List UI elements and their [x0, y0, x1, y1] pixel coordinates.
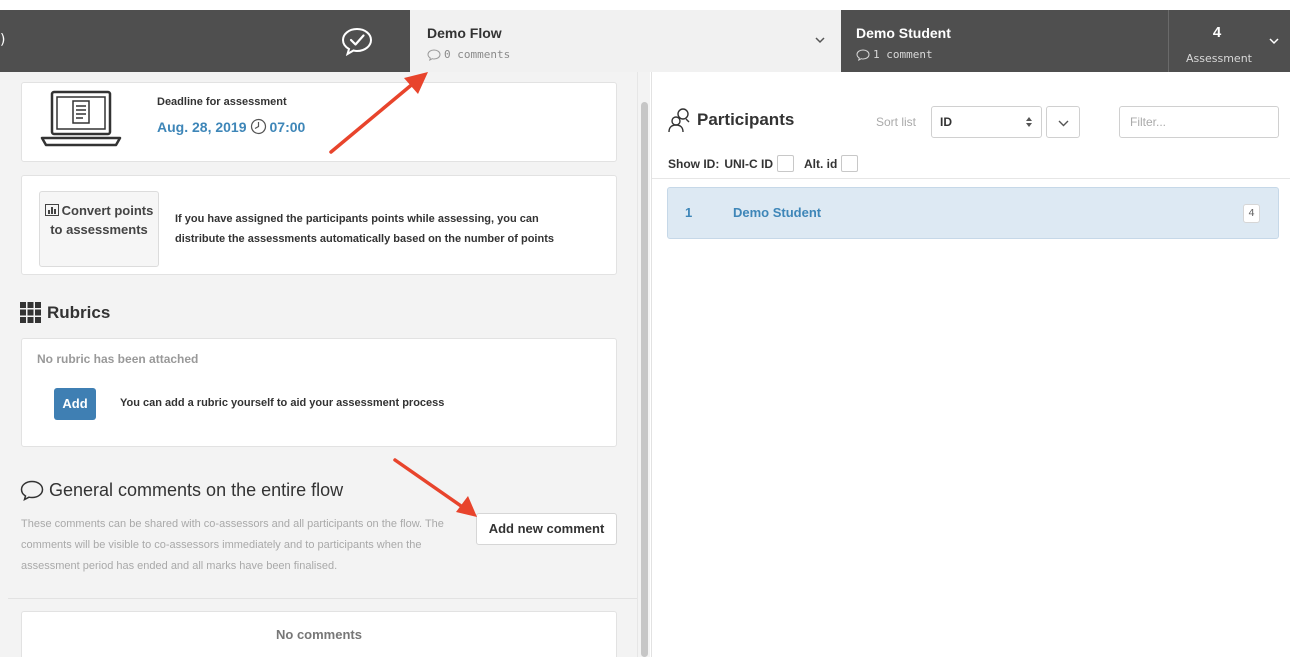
show-id-options: Show ID: UNI-C ID Alt. id	[668, 155, 868, 172]
deadline-date: Aug. 28, 2019 07:00	[157, 118, 305, 135]
convert-points-label: Convert points to assessments	[50, 203, 154, 237]
deadline-time-text: 07:00	[269, 118, 306, 135]
rubrics-heading: Rubrics	[20, 302, 110, 323]
convert-description: If you have assigned the participants po…	[175, 213, 554, 245]
general-comments-title: General comments on the entire flow	[49, 480, 344, 500]
student-selector[interactable]: Demo Student 1 comment	[841, 10, 1168, 72]
cut-off-title: )	[0, 32, 6, 48]
convert-card: Convert points to assessments If you hav…	[21, 175, 617, 275]
chevron-down-icon[interactable]	[1268, 35, 1280, 47]
divider	[8, 598, 637, 599]
clock-icon	[250, 118, 266, 135]
convert-points-button[interactable]: Convert points to assessments	[39, 191, 159, 267]
uni-c-id-checkbox[interactable]	[777, 155, 794, 172]
participants-heading: Participants	[668, 107, 794, 133]
participant-assessment-badge: 4	[1243, 204, 1260, 223]
chevron-down-icon[interactable]	[814, 34, 826, 46]
participant-name[interactable]: Demo Student	[733, 205, 821, 220]
show-id-alt-label: Alt. id	[804, 156, 838, 171]
comment-icon	[20, 480, 44, 501]
participants-panel: Participants Sort list ID Show ID: UNI-C…	[651, 72, 1290, 657]
deadline-label: Deadline for assessment	[157, 96, 287, 108]
add-rubric-button[interactable]: Add	[54, 388, 96, 420]
rubrics-title: Rubrics	[47, 302, 111, 322]
comments-list: No comments	[21, 611, 617, 657]
general-comments-description: These comments can be shared with co-ass…	[21, 518, 444, 572]
chevron-down-icon	[1058, 120, 1069, 127]
left-panel: Deadline for assessment Aug. 28, 2019 07…	[0, 72, 637, 657]
top-bar-left: )	[0, 10, 410, 72]
sort-direction-button[interactable]	[1046, 106, 1080, 138]
comment-icon	[856, 48, 870, 61]
flow-comments-count[interactable]: 0 comments	[427, 48, 510, 61]
flow-comments-text: 0 comments	[444, 48, 511, 61]
sort-select-value: ID	[940, 115, 952, 129]
participants-title: Participants	[697, 110, 795, 129]
assessment-label: Assessment	[1186, 52, 1252, 65]
flow-selector[interactable]: Demo Flow 0 comments	[410, 10, 841, 72]
scrollbar-thumb[interactable]	[641, 102, 648, 657]
left-panel-scrollbar[interactable]	[637, 72, 650, 657]
people-icon	[668, 108, 690, 133]
participant-id: 1	[685, 205, 693, 220]
rubric-hint: You can add a rubric yourself to aid you…	[120, 397, 445, 409]
bar-chart-icon	[44, 204, 59, 216]
add-new-comment-button[interactable]: Add new comment	[476, 513, 617, 545]
up-down-icon	[1026, 117, 1032, 127]
assessment-selector[interactable]: 4 Assessment	[1168, 10, 1290, 72]
divider	[652, 178, 1290, 179]
sort-select[interactable]: ID	[931, 106, 1042, 138]
comment-check-icon[interactable]	[340, 26, 374, 56]
show-id-label: Show ID:	[668, 156, 720, 171]
student-comments-count[interactable]: 1 comment	[856, 48, 933, 61]
top-bar: ) Demo Flow 0 comments Demo Student 1 co…	[0, 10, 1290, 72]
show-id-uni-c-label: UNI-C ID	[724, 156, 773, 171]
general-comments-heading: General comments on the entire flow	[20, 480, 343, 501]
no-comments-text: No comments	[276, 627, 362, 642]
comment-icon	[427, 48, 441, 61]
rubric-card: No rubric has been attached Add You can …	[21, 338, 617, 447]
alt-id-checkbox[interactable]	[841, 155, 859, 172]
participant-row[interactable]: 1 Demo Student 4	[667, 187, 1279, 239]
deadline-date-text: Aug. 28, 2019	[157, 118, 247, 135]
filter-input[interactable]	[1119, 106, 1279, 138]
laptop-document-icon	[40, 90, 122, 147]
sort-list-label: Sort list	[876, 115, 917, 129]
deadline-card: Deadline for assessment Aug. 28, 2019 07…	[21, 82, 617, 162]
flow-title: Demo Flow	[427, 25, 502, 41]
rubric-empty-text: No rubric has been attached	[37, 352, 199, 366]
assessment-value: 4	[1212, 24, 1222, 41]
grid-icon	[20, 302, 41, 323]
student-title: Demo Student	[856, 25, 951, 41]
student-comments-text: 1 comment	[873, 48, 933, 61]
